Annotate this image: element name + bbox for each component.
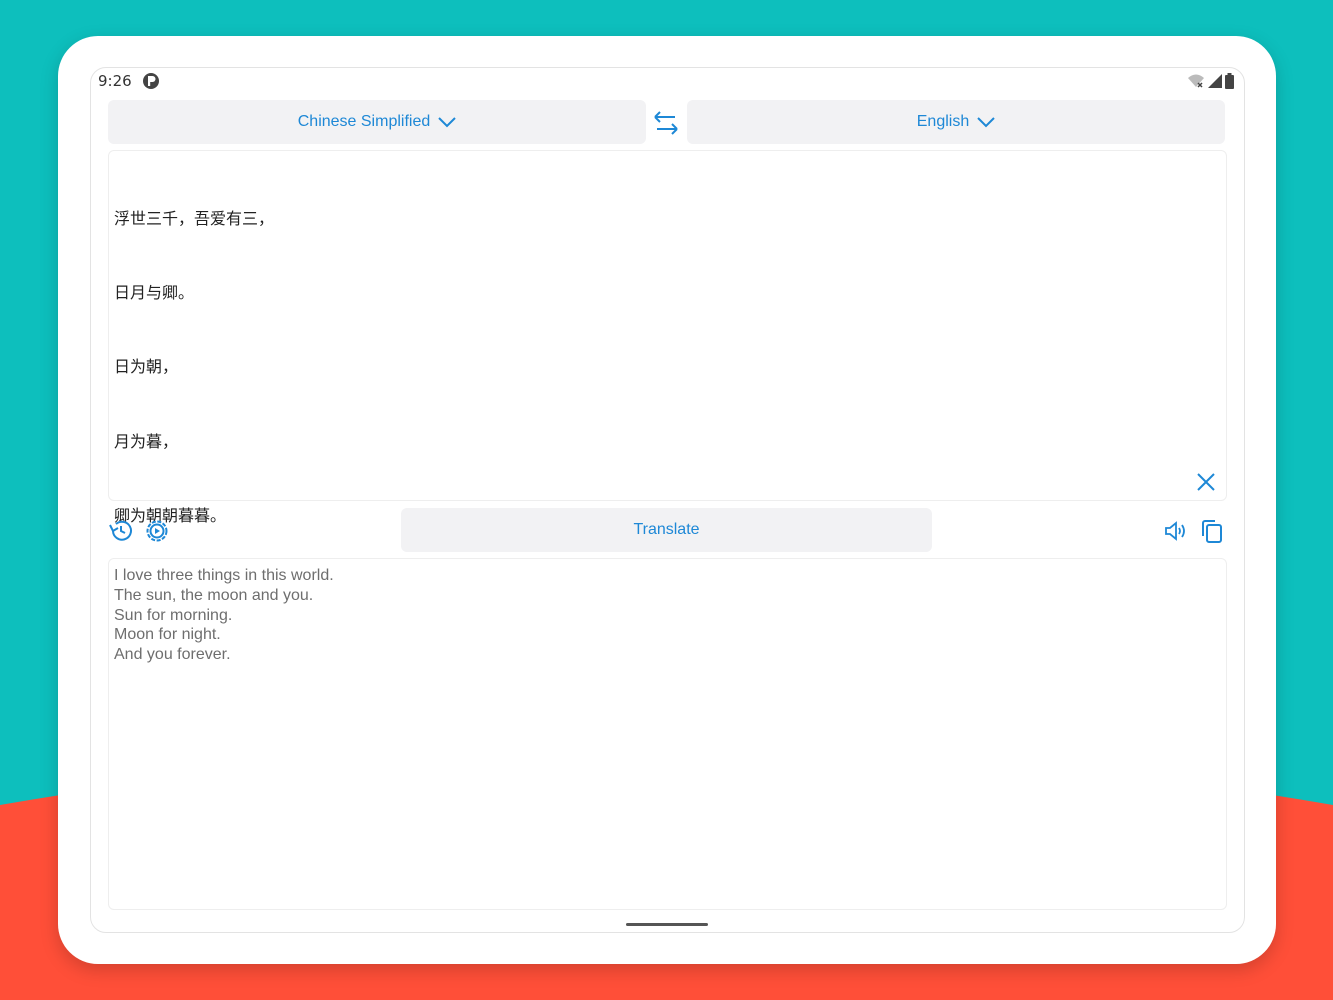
source-line: 日月与卿。 <box>114 282 195 302</box>
settings-icon[interactable] <box>144 518 170 544</box>
app-screen: 9:26 Chinese Simplified English 浮世三千，吾爱有… <box>90 67 1245 933</box>
speaker-icon[interactable] <box>1163 518 1189 544</box>
source-text-input[interactable]: 浮世三千，吾爱有三， 日月与卿。 日为朝， 月为暮， 卿为朝朝暮暮。 <box>108 150 1227 525</box>
source-language-button[interactable]: Chinese Simplified <box>108 100 646 144</box>
history-icon[interactable] <box>108 518 134 544</box>
clear-icon[interactable] <box>1194 470 1218 494</box>
chevron-down-icon <box>977 117 995 128</box>
chevron-down-icon <box>438 117 456 128</box>
translation-line: The sun, the moon and you. <box>114 586 314 604</box>
target-language-button[interactable]: English <box>687 100 1225 144</box>
translation-output: I love three things in this world. The s… <box>108 558 1227 910</box>
source-language-label: Chinese Simplified <box>297 113 431 130</box>
translation-text: I love three things in this world. The s… <box>114 566 334 665</box>
source-line: 浮世三千，吾爱有三， <box>114 208 275 228</box>
target-language-label: English <box>916 113 970 130</box>
source-text: 浮世三千，吾爱有三， 日月与卿。 日为朝， 月为暮， 卿为朝朝暮暮。 <box>114 157 274 579</box>
app-indicator-icon <box>143 73 159 89</box>
status-icons <box>1187 72 1234 90</box>
translation-line: And you forever. <box>114 646 231 664</box>
source-line: 日为朝， <box>114 357 179 377</box>
home-indicator[interactable] <box>626 923 708 926</box>
status-clock: 9:26 <box>98 72 132 90</box>
wifi-off-icon <box>1188 74 1204 88</box>
copy-icon[interactable] <box>1199 518 1225 544</box>
swap-languages-icon[interactable] <box>651 108 681 138</box>
source-line: 卿为朝朝暮暮。 <box>114 506 227 526</box>
status-bar: 9:26 <box>91 68 1244 94</box>
translation-line: Sun for morning. <box>114 606 233 624</box>
signal-icon <box>1208 74 1222 88</box>
battery-icon <box>1225 73 1234 89</box>
translation-line: I love three things in this world. <box>114 567 334 584</box>
translate-button[interactable]: Translate <box>401 508 932 552</box>
translation-line: Moon for night. <box>114 626 221 644</box>
source-line: 月为暮， <box>114 431 179 451</box>
